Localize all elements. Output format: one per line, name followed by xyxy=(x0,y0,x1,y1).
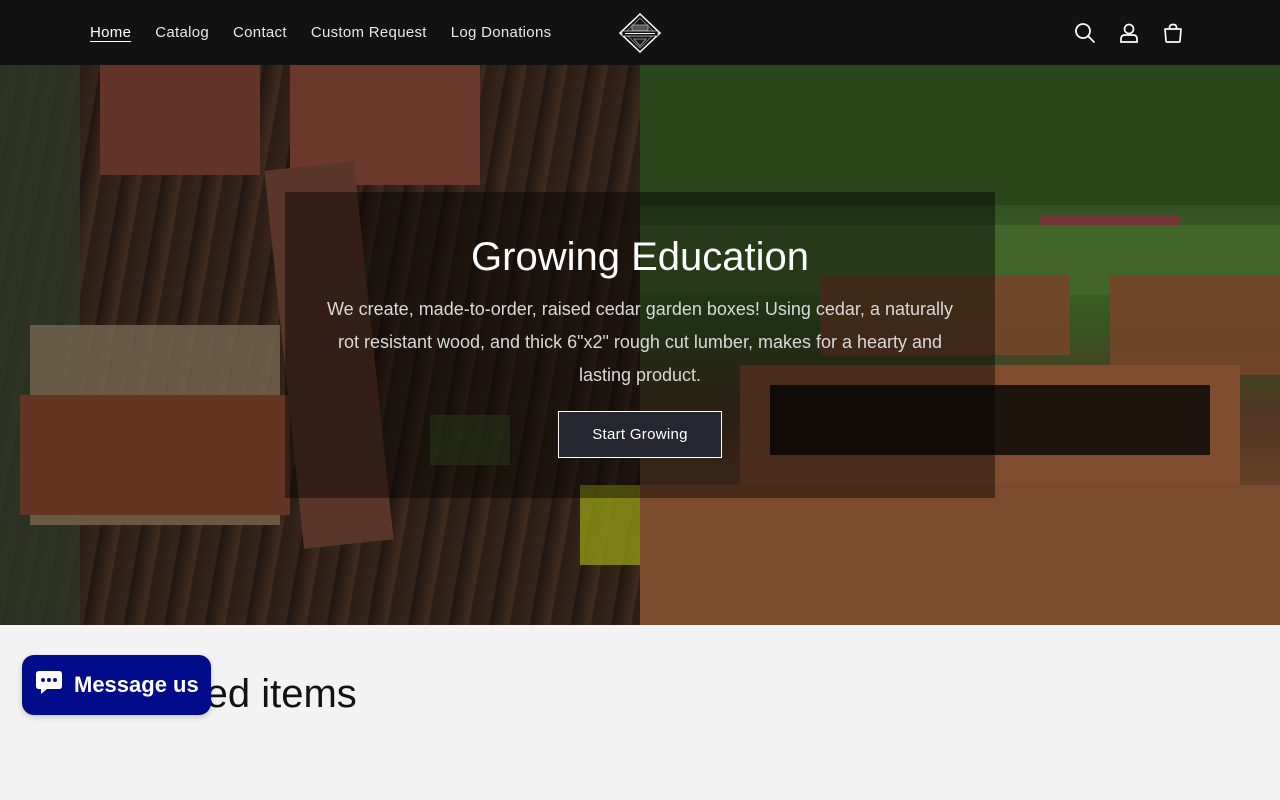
hero-description: We create, made-to-order, raised cedar g… xyxy=(326,299,953,385)
nav-log-donations[interactable]: Log Donations xyxy=(451,24,552,41)
message-us-button[interactable]: Message us xyxy=(22,655,211,715)
site-header: Home Catalog Contact Custom Request Log … xyxy=(0,0,1280,65)
account-icon[interactable] xyxy=(1118,22,1140,44)
nav-custom-request[interactable]: Custom Request xyxy=(311,24,427,41)
search-icon[interactable] xyxy=(1074,22,1096,44)
chat-bubble-icon xyxy=(34,667,64,703)
main-nav: Home Catalog Contact Custom Request Log … xyxy=(90,0,551,65)
hero-banner: Growing Education We create, made-to-ord… xyxy=(0,65,1280,625)
message-us-label: Message us xyxy=(74,672,199,697)
nav-home[interactable]: Home xyxy=(90,24,131,41)
site-logo[interactable] xyxy=(618,12,662,54)
cart-icon[interactable] xyxy=(1162,22,1184,44)
start-growing-button[interactable]: Start Growing xyxy=(558,411,722,458)
nav-catalog[interactable]: Catalog xyxy=(155,24,209,41)
hero-title: Growing Education xyxy=(471,235,809,279)
header-icons xyxy=(1074,0,1184,65)
nav-contact[interactable]: Contact xyxy=(233,24,287,41)
